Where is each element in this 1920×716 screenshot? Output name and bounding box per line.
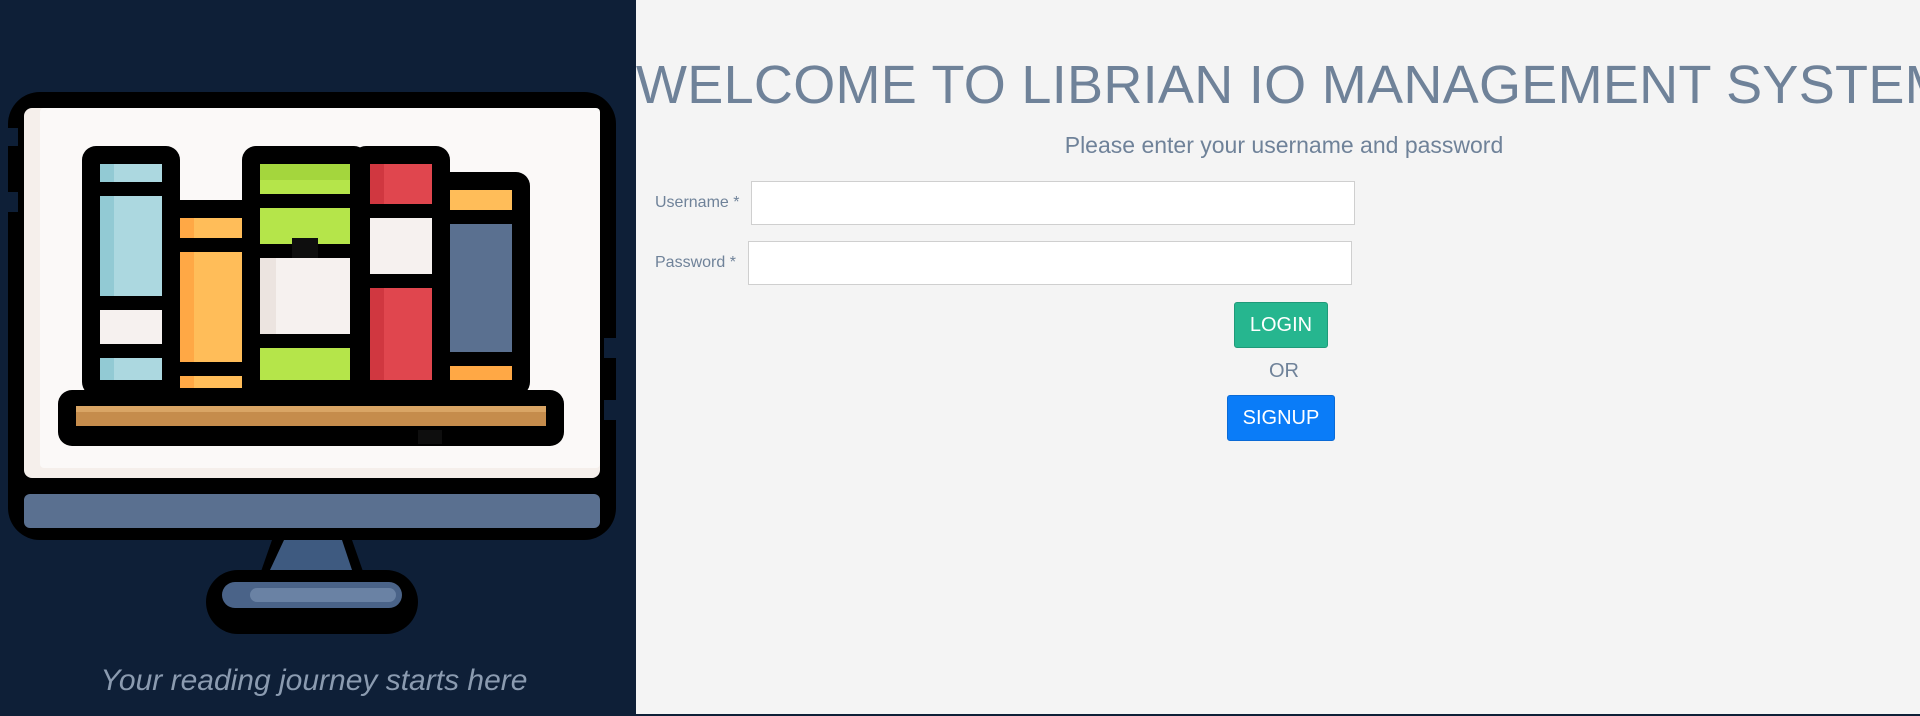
login-panel: WELCOME TO LIBRIAN IO MANAGEMENT SYSTEM … [636, 0, 1920, 714]
or-separator: OR [1269, 360, 1299, 382]
password-row: Password * [655, 241, 1352, 285]
login-button[interactable]: LOGIN [1234, 302, 1328, 348]
computer-bookshelf-illustration [4, 92, 618, 634]
password-input[interactable] [747, 241, 1352, 285]
signup-button[interactable]: SIGNUP [1227, 395, 1335, 441]
username-row: Username * [655, 181, 1356, 225]
tagline: Your reading journey starts here [100, 664, 528, 697]
password-label: Password * [655, 254, 736, 271]
username-input[interactable] [751, 181, 1356, 225]
page-subtitle: Please enter your username and password [1064, 132, 1504, 158]
login-page: Your reading journey starts here WELCOME… [0, 0, 1920, 716]
page-title: WELCOME TO LIBRIAN IO MANAGEMENT SYSTEM [636, 55, 1920, 115]
username-label: Username * [655, 194, 740, 211]
branding-panel: Your reading journey starts here [0, 0, 636, 714]
